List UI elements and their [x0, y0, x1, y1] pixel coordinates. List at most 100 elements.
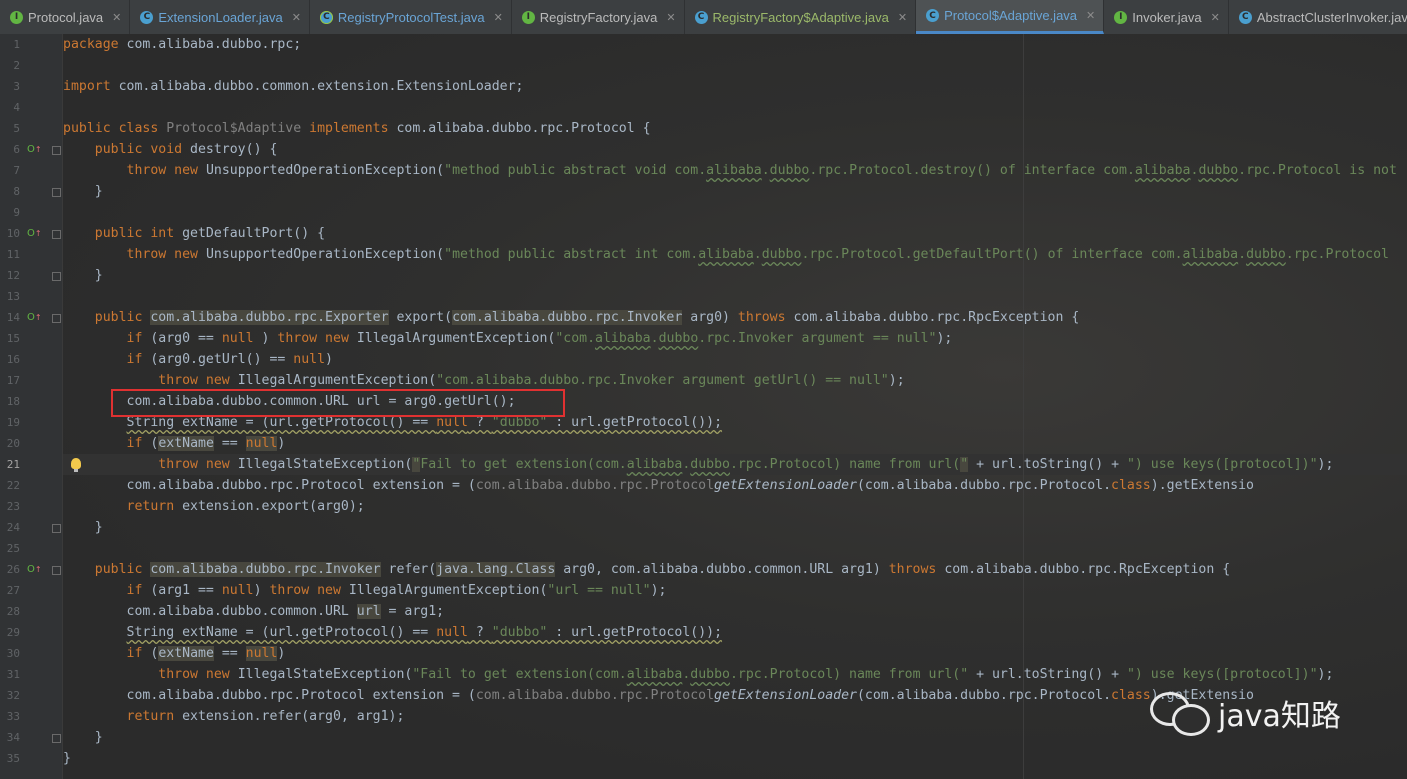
line-number: 11 [6, 248, 20, 261]
code-line: } [63, 181, 103, 202]
code-token: com.alibaba.dubbo.rpc.Protocol { [396, 121, 651, 136]
fold-icon[interactable] [52, 230, 61, 239]
fold-icon[interactable] [52, 524, 61, 533]
code-token: public [94, 310, 151, 325]
code-editor[interactable]: package com.alibaba.dubbo.rpc; import com… [63, 34, 1407, 779]
implements-method-icon[interactable]: O↑ [27, 307, 42, 328]
code-token: . [1238, 247, 1247, 262]
tab-label: Protocol.java [28, 9, 104, 25]
tab-label: Invoker.java [1132, 9, 1202, 25]
code-token: Fail to get extension(com. [420, 457, 627, 472]
tab-label: RegistryFactory$Adaptive.java [712, 9, 889, 25]
fold-icon[interactable] [52, 314, 61, 323]
code-token: UnsupportedOperationException( [205, 247, 445, 262]
fold-icon[interactable] [52, 146, 61, 155]
code-token: + url.toString() + [968, 457, 1127, 472]
line-number: 17 [6, 374, 20, 387]
code-token: " [960, 457, 969, 472]
code-token: = arg1; [380, 604, 445, 619]
code-token: .rpc.Protocol.getDefaultPort() of interf… [801, 247, 1183, 262]
code-token: com.alibaba.dubbo.rpc.Protocol extension… [63, 478, 476, 493]
implements-method-icon[interactable]: O↑ [27, 223, 42, 244]
code-token: if [126, 352, 151, 367]
line-number-gutter[interactable]: 1 2 3 4 5 6 7 8 9 10 11 12 13 14 15 16 17 18 19 20 21 22 23 24 2… [0, 34, 81, 779]
code-line: public com.alibaba.dubbo.rpc.Invoker ref… [63, 559, 1230, 580]
line-number: 23 [6, 500, 20, 513]
tab-3[interactable]: I RegistryFactory.java ✕ [512, 0, 685, 34]
code-line: if (arg1 == null) throw new IllegalArgum… [63, 580, 667, 601]
close-icon[interactable]: ✕ [898, 11, 907, 24]
fold-icon[interactable] [52, 188, 61, 197]
code-token: extension.refer(arg0, arg1); [182, 709, 405, 724]
line-number: 13 [6, 290, 20, 303]
code-token: + url.toString() + [968, 667, 1127, 682]
code-token: import [63, 79, 119, 94]
code-token: "url == null" [547, 583, 651, 598]
line-number: 19 [6, 416, 20, 429]
code-token: "com. [555, 331, 596, 346]
code-token: IllegalStateException( [237, 457, 413, 472]
tab-4[interactable]: C RegistryFactory$Adaptive.java ✕ [685, 0, 917, 34]
code-token: com.alibaba.dubbo.rpc.RpcException { [944, 562, 1231, 577]
code-token: extName [158, 436, 214, 451]
interface-icon: I [1114, 10, 1128, 24]
line-number: 29 [6, 626, 20, 639]
line-number: 1 [13, 38, 20, 51]
line-number: 5 [13, 122, 20, 135]
code-token: com.alibaba.dubbo.rpc.Protocol [475, 688, 715, 703]
tab-0[interactable]: I Protocol.java ✕ [0, 0, 131, 34]
code-token: ) [253, 331, 278, 346]
code-token: public class [63, 121, 167, 136]
tab-label: RegistryProtocolTest.java [337, 9, 485, 25]
close-icon[interactable]: ✕ [494, 11, 503, 24]
code-token: dubbo [1246, 247, 1286, 262]
code-token: throws [737, 310, 794, 325]
code-line: } [63, 517, 103, 538]
fold-icon[interactable] [52, 272, 61, 281]
code-token: ) [253, 583, 270, 598]
close-icon[interactable]: ✕ [1086, 9, 1095, 22]
implements-method-icon[interactable]: O↑ [27, 139, 42, 160]
code-token: ); [888, 373, 905, 388]
line-number: 33 [6, 710, 20, 723]
tab-2[interactable]: C RegistryProtocolTest.java ✕ [310, 0, 512, 34]
fold-icon[interactable] [52, 566, 61, 575]
tab-5[interactable]: C Protocol$Adaptive.java ✕ [916, 0, 1105, 34]
close-icon[interactable]: ✕ [292, 11, 301, 24]
class-icon: C [140, 10, 154, 24]
code-token: ? [467, 625, 492, 640]
code-token: class [1111, 688, 1151, 703]
fold-icon[interactable] [52, 734, 61, 743]
code-token: null [436, 415, 468, 430]
tab-1[interactable]: C ExtensionLoader.java ✕ [130, 0, 310, 34]
tab-6[interactable]: I Invoker.java ✕ [1104, 0, 1229, 34]
tab-7[interactable]: CAbstractClusterInvoker.java✕ [1229, 0, 1407, 34]
code-token: String extName = (url.getProtocol() == [126, 415, 437, 430]
line-number: 16 [6, 353, 20, 366]
code-token: com.alibaba.dubbo.rpc; [126, 37, 302, 52]
close-icon[interactable]: ✕ [666, 11, 675, 24]
code-line: throw new UnsupportedOperationException(… [63, 160, 1397, 181]
code-token: public void [94, 142, 191, 157]
code-token: extension.export(arg0); [182, 499, 365, 514]
tab-label: AbstractClusterInvoker.java [1256, 9, 1407, 25]
close-icon[interactable]: ✕ [112, 11, 121, 24]
code-token: ); [650, 583, 667, 598]
close-icon[interactable]: ✕ [1211, 11, 1220, 24]
code-token: dubbo [769, 163, 810, 178]
code-line: com.alibaba.dubbo.rpc.Protocol extension… [63, 685, 1254, 706]
code-token: ) [277, 436, 286, 451]
line-number: 30 [6, 647, 20, 660]
code-token: UnsupportedOperationException( [205, 163, 445, 178]
code-line: if (arg0 == null ) throw new IllegalArgu… [63, 328, 953, 349]
code-token: alibaba [626, 457, 683, 472]
lightbulb-icon[interactable] [71, 458, 81, 472]
code-token: com.alibaba.dubbo.rpc.Exporter [150, 310, 389, 325]
implements-method-icon[interactable]: O↑ [27, 559, 42, 580]
